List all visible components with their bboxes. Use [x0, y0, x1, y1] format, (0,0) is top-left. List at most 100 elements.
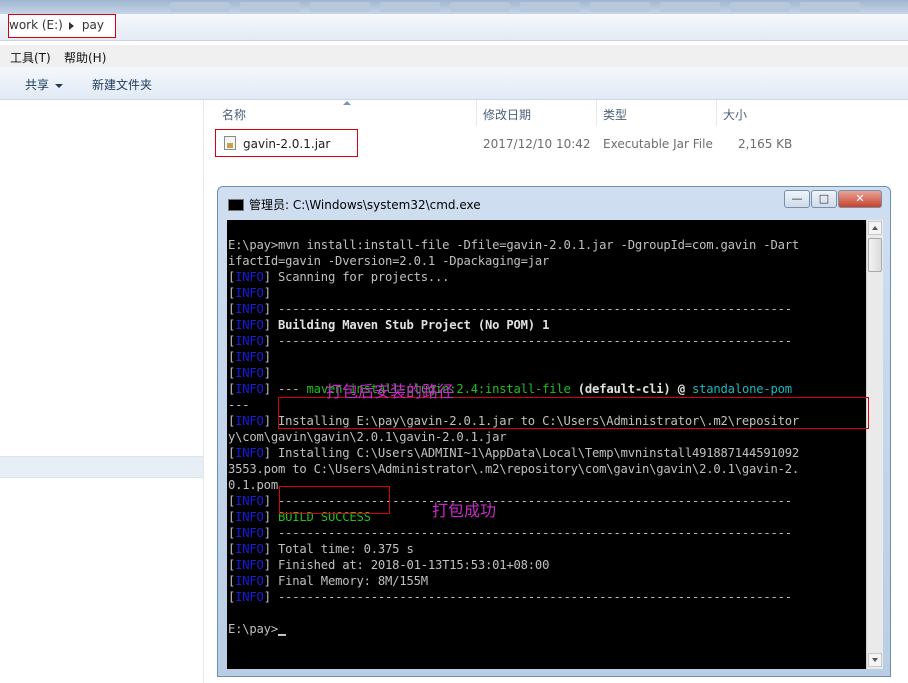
file-type: Executable Jar File — [603, 137, 713, 151]
file-modified: 2017/12/10 10:42 — [483, 137, 591, 151]
menu-help[interactable]: 帮助(H) — [64, 49, 106, 66]
breadcrumb-drive[interactable]: work (E:) — [9, 18, 63, 32]
console-text: @ — [677, 382, 685, 396]
scroll-up-button[interactable] — [868, 221, 882, 235]
menu-tools[interactable]: 工具(T) — [10, 49, 51, 66]
minimize-button[interactable]: — — [784, 190, 810, 208]
taskbar-item[interactable] — [450, 2, 510, 12]
console-output[interactable]: E:\pay>mvn install:install-file -Dfile=g… — [227, 220, 866, 669]
taskbar-item[interactable] — [800, 2, 860, 12]
scroll-thumb[interactable] — [868, 238, 882, 272]
console-scrollbar[interactable] — [866, 220, 883, 669]
taskbar-item[interactable] — [730, 2, 790, 12]
taskbar-item[interactable] — [380, 2, 440, 12]
chevron-down-icon — [55, 83, 64, 88]
console-line: [INFO] — [228, 286, 271, 300]
info-tag: INFO — [235, 510, 264, 524]
console-line: [INFO] Scanning for projects... — [228, 270, 450, 284]
taskbar-strip — [0, 0, 908, 14]
info-tag: INFO — [235, 318, 264, 332]
close-button[interactable]: ✕ — [838, 190, 882, 208]
taskbar-item[interactable] — [590, 2, 650, 12]
toolbar: 共享 新建文件夹 — [0, 67, 908, 100]
taskbar-item[interactable] — [170, 2, 230, 12]
column-divider[interactable] — [596, 100, 597, 126]
console-line: [INFO] — [228, 350, 271, 364]
info-tag: INFO — [235, 414, 264, 428]
console-text: Finished at: 2018-01-13T15:53:01+08:00 — [277, 558, 550, 572]
info-tag: INFO — [235, 494, 264, 508]
console-text: Scanning for projects... — [277, 270, 450, 284]
console-text: ----------------------------------------… — [277, 302, 792, 316]
info-tag: INFO — [235, 590, 264, 604]
console-line: [INFO] — [228, 366, 271, 380]
console-text: Installing C:\Users\ADMINI~1\AppData\Loc… — [277, 446, 800, 460]
console-prompt: E:\pay> — [228, 622, 278, 636]
console-text: Total time: 0.375 s — [277, 542, 414, 556]
taskbar-item[interactable] — [240, 2, 300, 12]
info-tag: INFO — [235, 558, 264, 572]
column-divider[interactable] — [476, 100, 477, 126]
info-tag: INFO — [235, 286, 264, 300]
share-button[interactable]: 共享 — [25, 76, 64, 93]
address-bar[interactable]: work (E:) pay — [0, 14, 908, 41]
console-icon — [228, 199, 244, 211]
nav-selected-item[interactable] — [0, 456, 203, 478]
console-line: [INFO] ---------------------------------… — [228, 590, 792, 604]
arrow-up-icon — [872, 226, 878, 230]
console-line: [INFO] --- maven-install-plugin:2.4:inst… — [228, 382, 792, 396]
share-label: 共享 — [25, 78, 50, 92]
console-line: [INFO] Final Memory: 8M/155M — [228, 574, 428, 588]
console-text: --- — [277, 382, 300, 396]
info-tag: INFO — [235, 446, 264, 460]
chevron-right-icon[interactable] — [68, 21, 74, 30]
breadcrumb-folder[interactable]: pay — [82, 18, 104, 32]
cmd-window-title: 管理员: C:\Windows\system32\cmd.exe — [249, 198, 481, 212]
sort-ascending-icon — [343, 101, 351, 105]
text-cursor — [277, 634, 286, 636]
console-line: [INFO] Building Maven Stub Project (No P… — [228, 318, 550, 332]
info-tag: INFO — [235, 542, 264, 556]
column-divider[interactable] — [716, 100, 717, 126]
console-line: [INFO] Total time: 0.375 s — [228, 542, 414, 556]
console-line: 3553.pom to C:\Users\Administrator\.m2\r… — [228, 462, 799, 476]
column-header-modified[interactable]: 修改日期 — [483, 106, 531, 123]
arrow-down-icon — [872, 658, 878, 662]
console-line: --- — [228, 398, 250, 412]
cmd-window[interactable]: 管理员: C:\Windows\system32\cmd.exe — □ ✕ E… — [217, 186, 891, 677]
install-path-annotation: 打包后安装的路径 — [326, 382, 455, 401]
console-line: y\com\gavin\gavin\2.0.1\gavin-2.0.1.jar — [228, 430, 507, 444]
project-name: standalone-pom — [692, 382, 792, 396]
info-tag: INFO — [235, 334, 264, 348]
console-line: [INFO] ---------------------------------… — [228, 526, 792, 540]
console-line: [INFO] ---------------------------------… — [228, 302, 792, 316]
console-text: ----------------------------------------… — [277, 526, 792, 540]
column-header-name[interactable]: 名称 — [222, 106, 246, 123]
file-name[interactable]: gavin-2.0.1.jar — [243, 137, 330, 151]
build-success-annotation: 打包成功 — [432, 501, 497, 520]
info-tag: INFO — [235, 574, 264, 588]
info-tag: INFO — [235, 382, 264, 396]
console-text: Building Maven Stub Project (No POM) 1 — [277, 318, 550, 332]
column-header-size[interactable]: 大小 — [723, 106, 747, 123]
console-text: ----------------------------------------… — [277, 590, 792, 604]
info-tag: INFO — [235, 270, 264, 284]
navigation-pane[interactable] — [0, 100, 204, 683]
console-line: E:\pay>mvn install:install-file -Dfile=g… — [228, 238, 799, 252]
console-line: 0.1.pom — [228, 478, 278, 492]
taskbar-item[interactable] — [520, 2, 580, 12]
scroll-down-button[interactable] — [868, 653, 882, 667]
console-line: [INFO] Finished at: 2018-01-13T15:53:01+… — [228, 558, 550, 572]
jar-file-icon — [224, 136, 236, 150]
console-line: [INFO] ---------------------------------… — [228, 334, 792, 348]
console-text: Final Memory: 8M/155M — [277, 574, 428, 588]
maximize-button[interactable]: □ — [811, 190, 837, 208]
new-folder-button[interactable]: 新建文件夹 — [92, 76, 152, 93]
breadcrumb[interactable]: work (E:) pay — [9, 18, 104, 32]
file-size: 2,165 KB — [738, 137, 793, 151]
console-prompt-line[interactable]: E:\pay> — [228, 621, 286, 637]
build-success-highlight-box — [279, 486, 390, 514]
column-header-type[interactable]: 类型 — [603, 106, 627, 123]
taskbar-item[interactable] — [310, 2, 370, 12]
taskbar-item[interactable] — [660, 2, 720, 12]
